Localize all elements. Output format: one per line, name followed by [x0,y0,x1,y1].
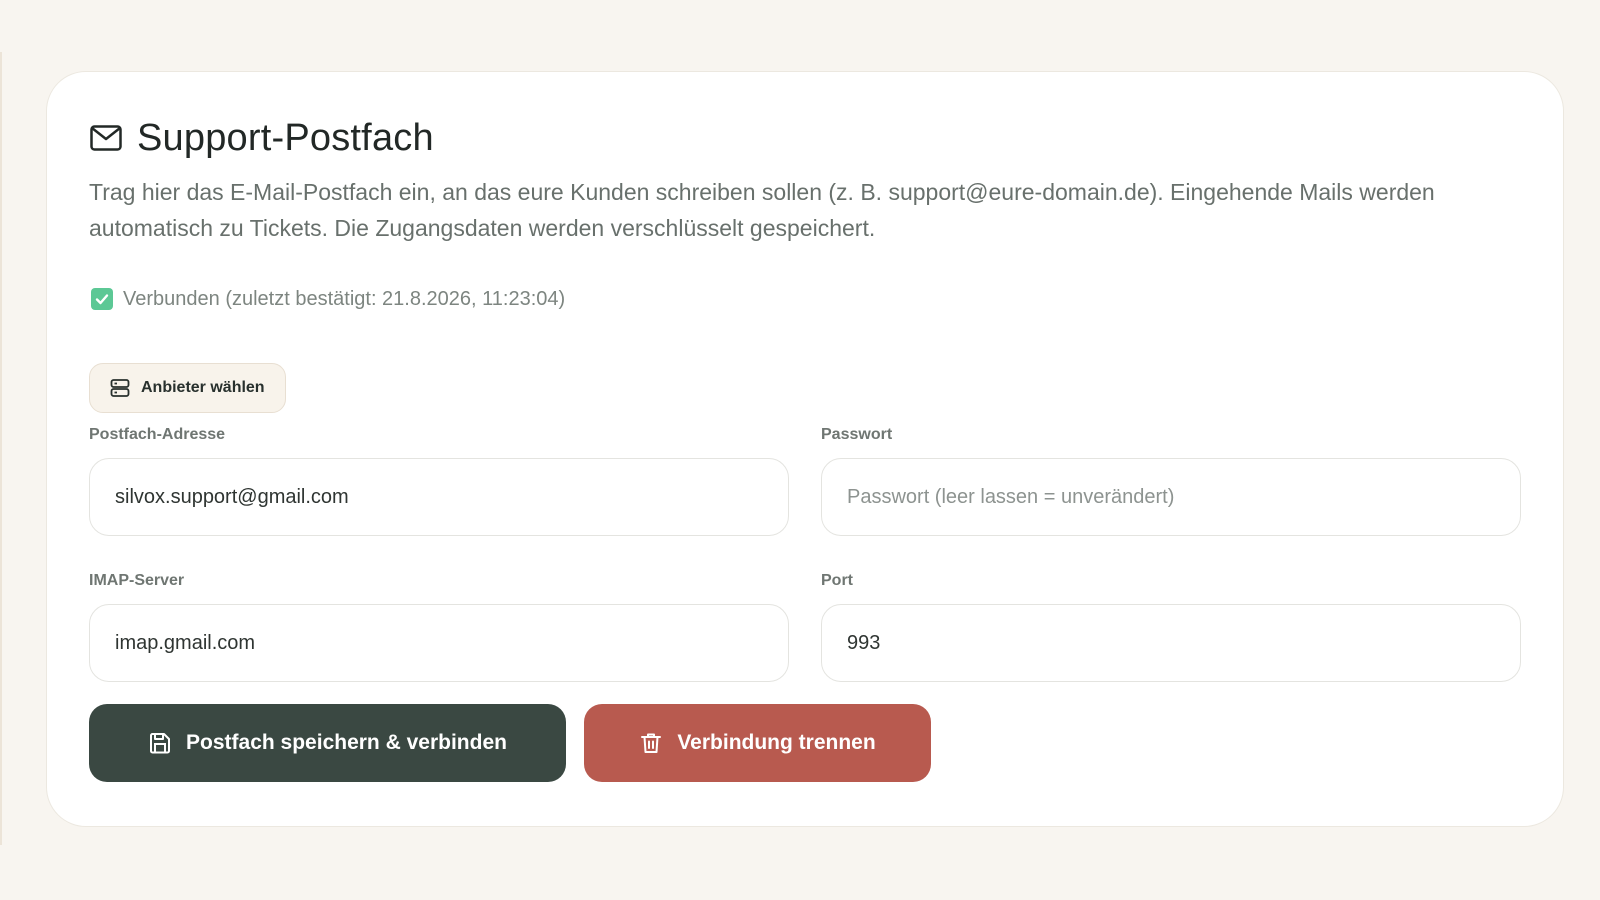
page-edge-rule [0,52,2,845]
mailbox-address-label: Postfach-Adresse [89,426,226,443]
check-icon [91,288,113,310]
save-and-connect-label: Postfach speichern & verbinden [186,731,507,754]
disconnect-label: Verbindung trennen [677,731,876,754]
card-header: Support-Postfach [89,112,434,164]
port-label: Port [821,572,853,589]
mailbox-address-input[interactable] [89,458,789,536]
save-icon [148,731,172,755]
imap-server-label: IMAP-Server [89,572,185,589]
server-icon [110,378,130,398]
choose-provider-label: Anbieter wählen [141,379,265,396]
support-mailbox-card: Support-Postfach Trag hier das E-Mail-Po… [46,71,1564,827]
connection-status: Verbunden (zuletzt bestätigt: 21.8.2026,… [91,284,565,314]
card-description: Trag hier das E-Mail-Postfach ein, an da… [89,179,1435,241]
imap-server-input[interactable] [89,604,789,682]
save-and-connect-button[interactable]: Postfach speichern & verbinden [89,704,566,782]
password-label: Passwort [821,426,893,443]
mail-icon [89,121,123,155]
disconnect-button[interactable]: Verbindung trennen [584,704,931,782]
port-input[interactable] [821,604,1521,682]
trash-icon [639,731,663,755]
page-title: Support-Postfach [137,116,434,159]
password-input[interactable] [821,458,1521,536]
status-text: Verbunden (zuletzt bestätigt: 21.8.2026,… [123,287,566,310]
choose-provider-button[interactable]: Anbieter wählen [89,363,286,413]
